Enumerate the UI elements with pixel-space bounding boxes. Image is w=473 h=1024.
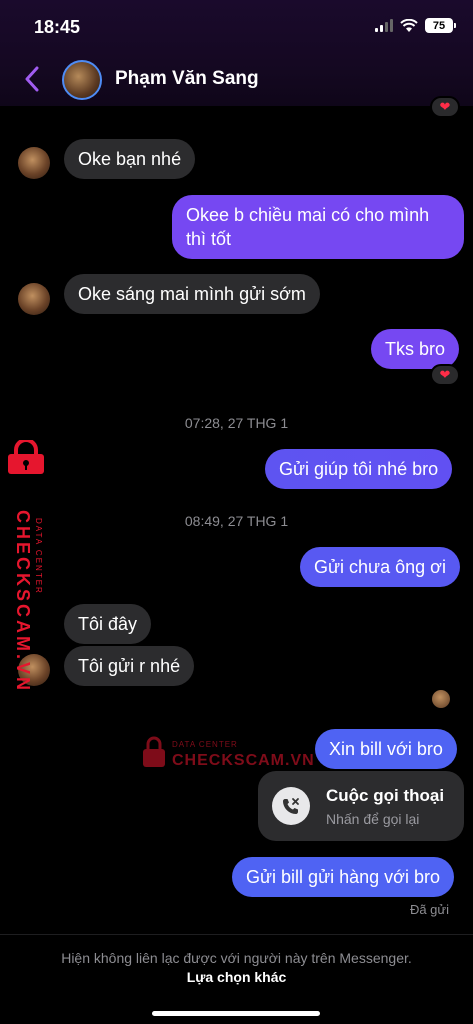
unavailable-message: Hiện không liên lạc được với người này t… <box>61 950 412 966</box>
contact-avatar[interactable] <box>62 60 102 100</box>
seen-indicator-avatar <box>432 690 450 708</box>
message-text-line: Okee b chiều mai có cho mình <box>186 205 430 225</box>
message-incoming[interactable]: Oke sáng mai mình gửi sớm <box>64 274 320 314</box>
chevron-left-icon <box>25 66 39 92</box>
lock-icon <box>8 440 44 474</box>
timestamp: 08:49, 27 THG 1 <box>184 513 289 529</box>
message-text: Tks bro <box>385 339 446 359</box>
sender-avatar[interactable] <box>18 147 50 179</box>
battery-icon: 75 <box>425 18 456 33</box>
conversation-header: 18:45 75 Phạm Văn Sang ❤ <box>0 0 473 118</box>
message-outgoing[interactable]: Gửi bill gửi hàng với bro <box>232 857 454 897</box>
message-text: Tôi gửi r nhé <box>78 656 181 676</box>
back-button[interactable] <box>24 66 40 97</box>
missed-call-icon <box>272 787 310 825</box>
other-options-link[interactable]: Lựa chọn khác <box>0 969 473 985</box>
watermark-brand: CHECKSCAM.VN <box>13 510 33 694</box>
message-text: Tôi đây <box>78 614 138 634</box>
watermark-brand: CHECKSCAM.VN <box>172 752 315 769</box>
call-subtitle: Nhấn để gọi lại <box>326 811 420 827</box>
status-time: 18:45 <box>34 17 81 37</box>
message-outgoing[interactable]: Xin bill với bro <box>315 729 457 769</box>
message-incoming[interactable]: Tôi gửi r nhé <box>64 646 195 686</box>
message-text: Gửi chưa ông ơi <box>314 557 446 577</box>
composer-unavailable-footer: Hiện không liên lạc được với người này t… <box>0 934 473 1024</box>
timestamp: 07:28, 27 THG 1 <box>184 415 289 431</box>
delivery-status: Đã gửi <box>409 902 449 917</box>
watermark-tagline: DATA CENTER <box>34 518 43 595</box>
message-incoming[interactable]: Tôi đây <box>64 604 152 644</box>
sender-avatar[interactable] <box>18 283 50 315</box>
message-outgoing[interactable]: Gửi chưa ông ơi <box>300 547 460 587</box>
lock-icon <box>143 736 165 767</box>
contact-name[interactable]: Phạm Văn Sang <box>115 68 259 90</box>
message-text: Oke bạn nhé <box>78 149 182 169</box>
heart-icon: ❤ <box>439 367 451 382</box>
message-text-line: thì tốt <box>186 229 232 249</box>
home-indicator[interactable] <box>152 1011 320 1016</box>
voice-call-card[interactable]: Cuộc gọi thoại Nhấn để gọi lại <box>258 771 464 841</box>
message-text: Oke sáng mai mình gửi sớm <box>78 284 306 304</box>
message-outgoing[interactable]: Okee b chiều mai có cho mình thì tốt <box>172 195 464 259</box>
message-incoming[interactable]: Oke bạn nhé <box>64 139 196 179</box>
heart-reaction[interactable]: ❤ <box>430 364 460 386</box>
message-text: Xin bill với bro <box>329 739 443 759</box>
call-title: Cuộc gọi thoại <box>326 786 445 805</box>
message-text: Gửi giúp tôi nhé bro <box>279 459 439 479</box>
heart-reaction[interactable]: ❤ <box>430 96 460 118</box>
battery-level: 75 <box>432 19 446 32</box>
signal-icon <box>375 19 393 32</box>
message-outgoing[interactable]: Tks bro <box>371 329 460 369</box>
message-text: Gửi bill gửi hàng với bro <box>246 867 440 887</box>
wifi-icon <box>400 18 418 32</box>
status-icons: 75 <box>375 18 456 33</box>
message-outgoing[interactable]: Gửi giúp tôi nhé bro <box>265 449 453 489</box>
heart-icon: ❤ <box>439 99 451 114</box>
watermark-tagline: DATA CENTER <box>172 740 238 749</box>
watermark-logo: CHECKSCAM.VN DATA CENTER <box>6 440 52 693</box>
